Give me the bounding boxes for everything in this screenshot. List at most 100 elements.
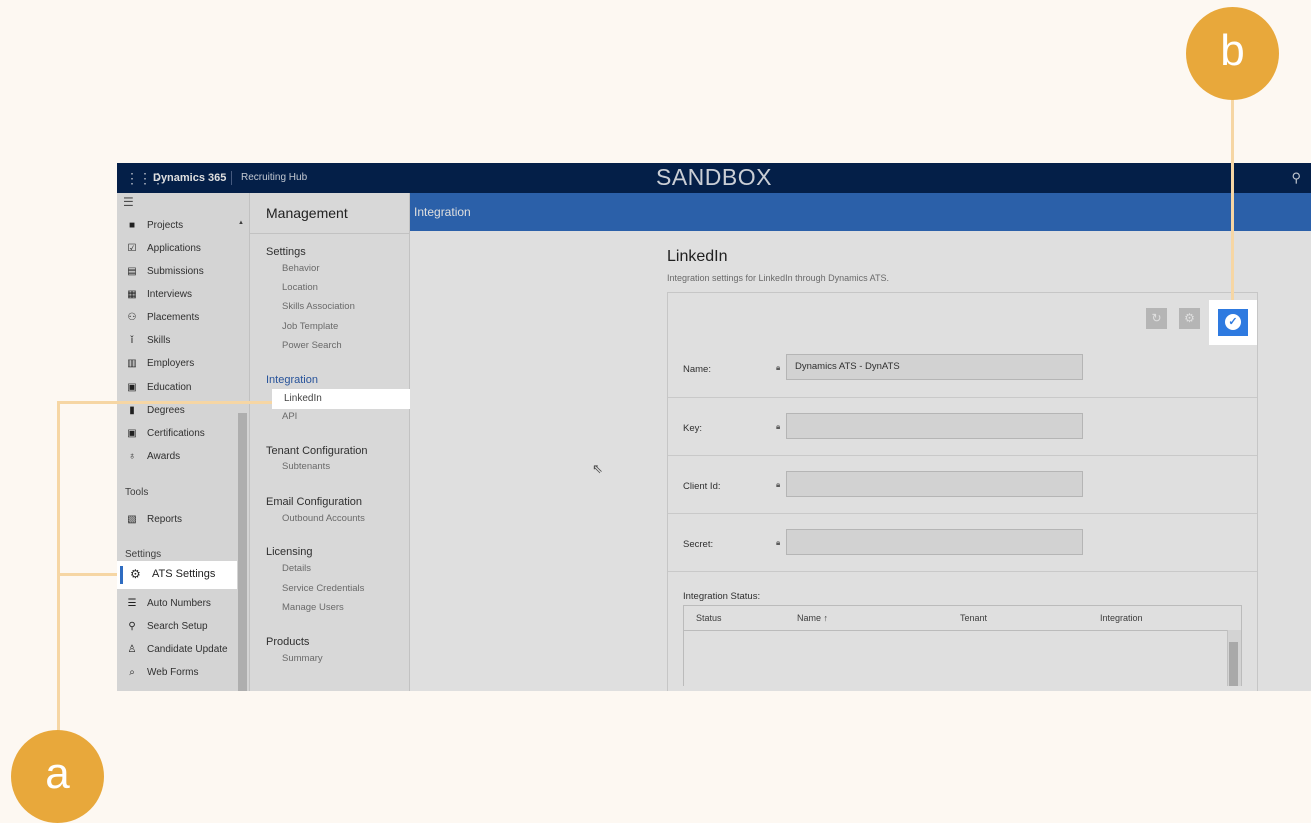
column-header-tenant[interactable]: Tenant (960, 613, 987, 623)
sidebar-item-skills[interactable]: ǐ Skills (125, 330, 170, 350)
integration-form: ↻ ⚙ Name: 🔒︎ Dynamics ATS - DynATS Key: … (667, 292, 1258, 691)
key-field[interactable] (786, 413, 1083, 439)
search-icon[interactable]: ⚲ (1291, 170, 1301, 186)
menu-icon[interactable]: ☰ (123, 195, 134, 209)
highlight-ats-settings[interactable]: ⚙ ATS Settings (117, 561, 237, 589)
sidebar-item-label: Candidate Update (147, 643, 228, 655)
page-subtitle: Integration settings for LinkedIn throug… (667, 273, 889, 283)
integration-status-grid: Status Name ↑ Tenant Integration (683, 605, 1242, 686)
field-row-key: Key: 🔒︎ (668, 397, 1257, 456)
sidebar-item-education[interactable]: ▣ Education (125, 377, 191, 397)
annotation-badge-b: b (1186, 7, 1279, 100)
highlight-check-button[interactable]: ✓ (1209, 300, 1257, 345)
calendar-icon: ▦ (127, 288, 137, 300)
sidebar-item-submissions[interactable]: ▤ Submissions (125, 261, 203, 281)
column-header-integration[interactable]: Integration (1100, 613, 1143, 623)
sidebar-item-certifications[interactable]: ▣ Certifications (125, 423, 205, 443)
annotation-line (57, 401, 60, 741)
highlight-linkedin[interactable]: LinkedIn (272, 389, 410, 409)
sidebar-heading-settings: Settings (125, 549, 162, 560)
lock-icon: 🔒︎ (776, 480, 781, 489)
sidebar-item-label: Skills (147, 334, 171, 346)
main-content: Integration ⇖ LinkedIn Integration setti… (410, 193, 1311, 691)
sidebar-item-label: Certifications (147, 427, 205, 439)
integration-status-label: Integration Status: (683, 591, 761, 602)
field-row-name: Name: 🔒︎ Dynamics ATS - DynATS (668, 339, 1257, 397)
client-id-field[interactable] (786, 471, 1083, 497)
people-icon: ⚇ (127, 311, 137, 323)
menu-item-api[interactable]: API (282, 411, 297, 422)
section-settings: Settings (266, 246, 306, 258)
menu-item-subtenants[interactable]: Subtenants (282, 461, 330, 472)
sidebar-item-label: Search Setup (147, 620, 208, 632)
grid-header: Status Name ↑ Tenant Integration (684, 606, 1241, 631)
name-field[interactable]: Dynamics ATS - DynATS (786, 354, 1083, 380)
sidebar-item-employers[interactable]: ▥ Employers (125, 353, 194, 373)
sidebar-heading-tools: Tools (125, 487, 149, 498)
lock-icon: 🔒︎ (776, 538, 781, 547)
sidebar-item-web-forms[interactable]: ⌕ Web Forms (125, 662, 199, 682)
sidebar-item-projects[interactable]: ■ Projects (125, 215, 183, 235)
page-header-title: Integration (414, 205, 471, 219)
sidebar-item-label: ATS Settings (152, 568, 216, 580)
search-setup-icon: ⚲ (128, 620, 136, 632)
page-title: LinkedIn (667, 248, 728, 265)
id-card-icon: ▤ (127, 265, 137, 277)
column-header-status[interactable]: Status (696, 613, 722, 623)
sidebar-item-search-setup[interactable]: ⚲ Search Setup (125, 616, 208, 636)
book-icon: ▮ (129, 404, 135, 416)
menu-item-location[interactable]: Location (282, 282, 318, 293)
school-icon: ▣ (127, 381, 137, 393)
sidebar-item-label: Placements (147, 311, 200, 323)
certificate-icon: ▣ (127, 427, 137, 439)
grid-scroll-thumb[interactable] (1229, 642, 1238, 686)
annotation-line (1231, 90, 1234, 300)
field-row-client-id: Client Id: 🔒︎ (668, 455, 1257, 514)
field-row-secret: Secret: 🔒︎ (668, 513, 1257, 572)
sidebar-item-label: Web Forms (147, 666, 199, 678)
sidebar-item-label: Education (147, 381, 192, 393)
person-update-icon: ♙ (127, 643, 137, 655)
section-email-configuration: Email Configuration (266, 496, 362, 508)
column-header-name[interactable]: Name ↑ (797, 613, 828, 623)
sidebar-scrollbar[interactable] (238, 413, 247, 691)
menu-item-outbound-accounts[interactable]: Outbound Accounts (282, 513, 365, 524)
integration-status-section: Integration Status: Status Name ↑ Tenant… (668, 571, 1257, 691)
divider (250, 233, 409, 234)
refresh-icon: ↻ (1151, 311, 1162, 325)
sidebar-item-candidate-update[interactable]: ♙ Candidate Update (125, 639, 228, 659)
sidebar-item-awards[interactable]: ♁ Awards (125, 446, 180, 466)
mouse-cursor-icon: ⇖ (592, 461, 603, 476)
section-licensing: Licensing (266, 546, 313, 558)
menu-item-service-credentials[interactable]: Service Credentials (282, 583, 364, 594)
menu-item-summary[interactable]: Summary (282, 653, 323, 664)
menu-item-power-search[interactable]: Power Search (282, 340, 342, 351)
settings-button[interactable]: ⚙ (1179, 308, 1200, 329)
secret-field[interactable] (786, 529, 1083, 555)
top-bar: ⋮⋮⋮ Dynamics 365 Recruiting Hub SANDBOX … (117, 163, 1311, 193)
menu-item-skills-association[interactable]: Skills Association (282, 301, 355, 312)
sidebar-item-placements[interactable]: ⚇ Placements (125, 307, 200, 327)
sidebar-item-interviews[interactable]: ▦ Interviews (125, 284, 192, 304)
sidebar-item-label: Projects (147, 219, 184, 231)
sidebar-item-reports[interactable]: ▧ Reports (125, 509, 182, 529)
refresh-button[interactable]: ↻ (1146, 308, 1167, 329)
gear-icon: ⚙ (1184, 311, 1195, 325)
app-window: ⋮⋮⋮ Dynamics 365 Recruiting Hub SANDBOX … (117, 163, 1311, 691)
menu-item-details[interactable]: Details (282, 563, 311, 574)
menu-item-behavior[interactable]: Behavior (282, 263, 320, 274)
menu-item-job-template[interactable]: Job Template (282, 321, 338, 332)
web-form-icon: ⌕ (129, 666, 135, 678)
check-button[interactable]: ✓ (1218, 309, 1248, 336)
environment-label: SANDBOX (656, 164, 772, 190)
menu-item-manage-users[interactable]: Manage Users (282, 602, 344, 613)
building-icon: ▥ (127, 357, 137, 369)
sidebar-item-label: Awards (147, 450, 181, 462)
document-check-icon: ☑ (127, 242, 137, 254)
sidebar-item-label: Degrees (147, 404, 185, 416)
sidebar-item-applications[interactable]: ☑ Applications (125, 238, 201, 258)
section-products: Products (266, 636, 310, 648)
field-label: Secret: (683, 539, 714, 550)
sidebar-item-auto-numbers[interactable]: ☰ Auto Numbers (125, 593, 211, 613)
scroll-up-icon[interactable]: ▲ (238, 220, 244, 226)
